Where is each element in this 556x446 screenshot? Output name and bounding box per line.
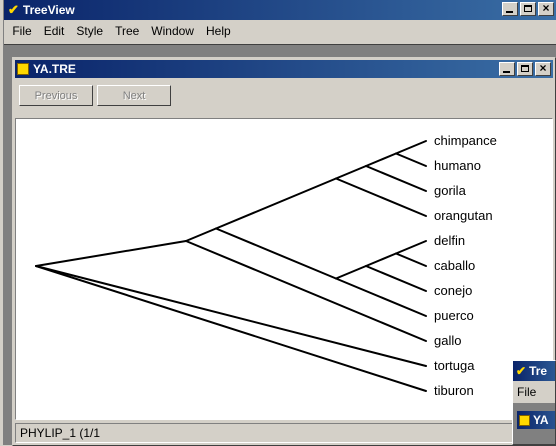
tree-branch [335, 265, 367, 280]
maximize-button[interactable] [520, 2, 536, 16]
child-title: YA.TRE [33, 62, 76, 76]
leaf-label: orangutan [434, 208, 493, 223]
tree-branch [35, 265, 427, 392]
child-titlebar[interactable]: YA.TRE × [15, 60, 553, 78]
menu-window[interactable]: Window [145, 24, 200, 38]
app-title: TreeView [22, 3, 75, 17]
child-window-controls: × [499, 61, 551, 76]
mdi-client: YA.TRE × Previous Next chimpance humano go… [4, 44, 556, 446]
menu-tree[interactable]: Tree [109, 24, 145, 38]
second-document-icon [519, 414, 530, 426]
leaf-label: tiburon [434, 383, 474, 398]
tree-branch [365, 265, 427, 292]
second-window-title: Tre [529, 364, 548, 378]
second-window-mdi: YA [513, 403, 555, 444]
menu-edit[interactable]: Edit [38, 24, 71, 38]
tree-branch [395, 140, 427, 155]
leaf-label: chimpance [434, 133, 497, 148]
child-close-icon: × [539, 61, 547, 75]
leaf-label: gorila [434, 183, 466, 198]
document-icon [17, 63, 29, 75]
close-icon: × [542, 1, 550, 15]
leaf-label: tortuga [434, 358, 475, 373]
tree-canvas: chimpance humano gorila orangutan delfin caba… [15, 118, 553, 420]
leaf-label: delfin [434, 233, 466, 248]
second-window-menu[interactable]: File [517, 385, 536, 399]
menu-file[interactable]: FFile [6, 24, 38, 38]
leaf-label: caballo [434, 258, 476, 273]
status-text: PHYLIP_1 (1/1 [20, 426, 101, 440]
child-close-button[interactable]: × [535, 61, 551, 76]
main-titlebar[interactable]: ✔ TreeView × [4, 0, 556, 20]
tree-branch [395, 240, 427, 255]
child-window: YA.TRE × Previous Next chimpance humano go… [12, 57, 556, 446]
main-window: ✔ TreeView × FFile Edit Style Tree Windo… [4, 0, 556, 446]
close-button[interactable]: × [538, 1, 554, 16]
status-bar: PHYLIP_1 (1/1 [15, 423, 553, 443]
second-app-logo-icon: ✔ [516, 364, 527, 378]
leaf-label: gallo [434, 333, 462, 348]
child-minimize-button[interactable] [499, 62, 515, 76]
app-logo-icon: ✔ [8, 2, 19, 17]
second-child-titlebar[interactable]: YA [517, 411, 555, 429]
tree-branch [335, 277, 427, 317]
previous-button[interactable]: Previous [19, 85, 93, 106]
tree-branch [395, 152, 427, 167]
menu-bar: FFile Edit Style Tree Window Help [4, 20, 556, 42]
minimize-button[interactable] [502, 2, 518, 16]
tree-branch [35, 240, 187, 267]
second-child-title: YA [533, 413, 549, 427]
menu-style[interactable]: Style [70, 24, 109, 38]
tree-branch [335, 177, 427, 217]
tree-branch [215, 177, 337, 230]
leaf-label: conejo [434, 283, 473, 298]
second-window-titlebar[interactable]: ✔ Tre [513, 361, 555, 381]
tree-branch [365, 152, 397, 167]
tree-branch [185, 227, 217, 242]
child-maximize-button[interactable] [517, 62, 533, 76]
tree-branch [395, 252, 427, 267]
menu-file-label: File [12, 24, 32, 38]
tree-branch [365, 165, 427, 192]
leaf-label: puerco [434, 308, 474, 323]
second-window[interactable]: ✔ Tre File YA [512, 360, 556, 445]
tree-branch [215, 227, 337, 280]
leaf-label: humano [434, 158, 481, 173]
next-button[interactable]: Next [97, 85, 171, 106]
tree-branch [335, 165, 367, 180]
menu-help[interactable]: Help [200, 24, 237, 38]
toolbar: Previous Next [15, 78, 553, 118]
main-window-controls: × [502, 1, 554, 16]
tree-branch [365, 252, 397, 267]
